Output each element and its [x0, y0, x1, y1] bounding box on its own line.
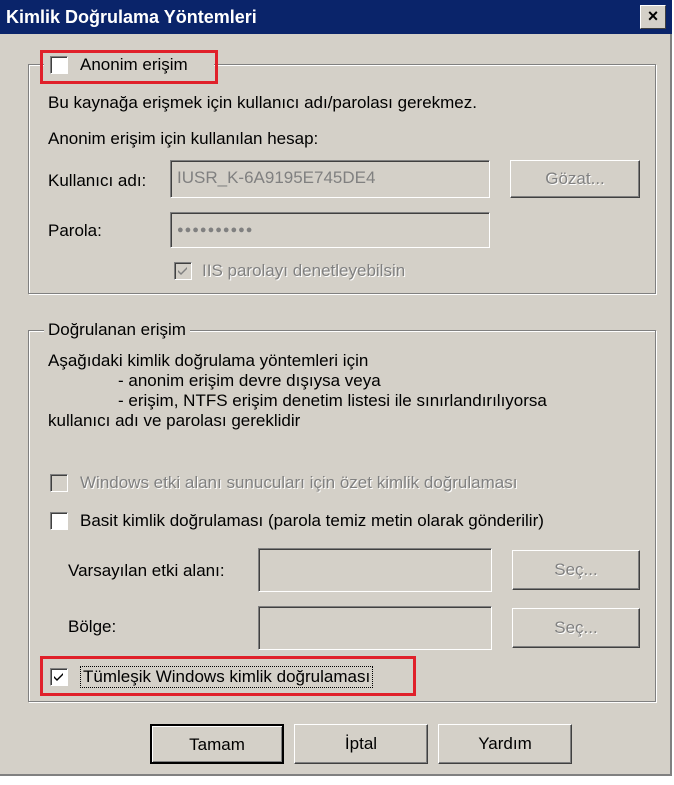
authenticated-access-legend: Doğrulanan erişim	[44, 320, 190, 340]
cancel-button[interactable]: İptal	[294, 724, 428, 764]
iis-password-checkbox[interactable]	[174, 262, 192, 280]
username-field[interactable]: IUSR_K-6A9195E745DE4	[170, 160, 490, 198]
realm-label: Bölge:	[68, 617, 117, 636]
select-realm-button-label: Seç...	[554, 618, 598, 637]
digest-auth-label: Windows etki alanı sunucuları için özet …	[80, 473, 518, 492]
close-button[interactable]: ×	[640, 5, 666, 29]
cancel-button-label: İptal	[344, 734, 378, 753]
integrated-highlight-box	[40, 656, 416, 696]
dialog-title: Kimlik Doğrulama Yöntemleri	[6, 7, 257, 27]
basic-auth-checkbox[interactable]	[50, 512, 68, 530]
browse-button[interactable]: Gözat...	[510, 160, 640, 198]
browse-button-label: Gözat...	[545, 169, 605, 188]
help-button[interactable]: Yardım	[438, 724, 572, 764]
help-button-label: Yardım	[478, 734, 532, 753]
password-label: Parola:	[48, 221, 102, 240]
ok-button-label: Tamam	[189, 735, 245, 754]
basic-auth-label: Basit kimlik doğrulaması (parola temiz m…	[80, 511, 544, 530]
close-icon: ×	[647, 6, 659, 26]
auth-info-line-3: - erişim, NTFS erişim denetim listesi il…	[118, 391, 547, 410]
auth-methods-dialog: Kimlik Doğrulama Yöntemleri × Anonim eri…	[0, 0, 672, 776]
username-label: Kullanıcı adı:	[48, 171, 147, 190]
anonymous-description: Bu kaynağa erişmek için kullanıcı adı/pa…	[48, 93, 477, 112]
password-field[interactable]: ●●●●●●●●●●	[170, 212, 490, 248]
iis-password-label: IIS parolayı denetleyebilsin	[202, 261, 406, 280]
select-realm-button[interactable]: Seç...	[512, 608, 640, 648]
anonymous-account-label: Anonim erişim için kullanılan hesap:	[48, 129, 319, 148]
title-bar: Kimlik Doğrulama Yöntemleri ×	[0, 0, 672, 34]
digest-auth-checkbox[interactable]	[50, 474, 68, 492]
auth-info-line-2: - anonim erişim devre dışıysa veya	[118, 371, 381, 390]
ok-button[interactable]: Tamam	[150, 724, 284, 764]
default-domain-label: Varsayılan etki alanı:	[68, 561, 225, 580]
password-mask: ●●●●●●●●●●	[177, 224, 254, 236]
anonymous-highlight-box	[40, 50, 218, 84]
select-domain-button[interactable]: Seç...	[512, 550, 640, 590]
auth-info-line-1: Aşağıdaki kimlik doğrulama yöntemleri iç…	[48, 351, 369, 370]
default-domain-field[interactable]	[258, 548, 492, 592]
username-value: IUSR_K-6A9195E745DE4	[177, 168, 376, 187]
checkmark-icon	[178, 267, 187, 275]
select-domain-button-label: Seç...	[554, 560, 598, 579]
realm-field[interactable]	[258, 606, 492, 650]
auth-info-line-4: kullanıcı adı ve parolası gereklidir	[48, 411, 301, 430]
